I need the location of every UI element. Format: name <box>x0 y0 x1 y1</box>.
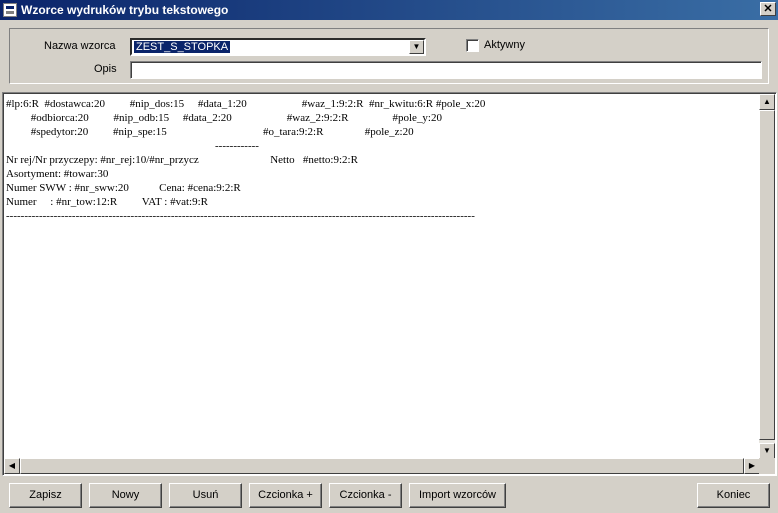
chevron-down-icon[interactable]: ▼ <box>409 40 424 54</box>
template-name-label: Nazwa wzorca <box>44 40 116 52</box>
template-text[interactable]: #lp:6:R #dostawca:20 #nip_dos:15 #data_1… <box>6 97 485 223</box>
close-button[interactable]: Koniec <box>697 483 770 508</box>
scroll-right-icon[interactable]: ▶ <box>744 458 760 474</box>
template-form: Nazwa wzorca ZEST_S_STOPKA ▼ Aktywny Opi… <box>9 28 769 84</box>
new-button[interactable]: Nowy <box>89 483 162 508</box>
title-bar: Wzorce wydruków trybu tekstowego ✕ <box>0 0 778 20</box>
active-label: Aktywny <box>484 39 525 51</box>
template-text-editor[interactable]: #lp:6:R #dostawca:20 #nip_dos:15 #data_1… <box>2 92 777 476</box>
font-increase-button[interactable]: Czcionka + <box>249 483 322 508</box>
horizontal-scroll-thumb[interactable] <box>20 458 744 474</box>
delete-button[interactable]: Usuń <box>169 483 242 508</box>
window-close-button[interactable]: ✕ <box>760 2 776 16</box>
active-checkbox[interactable] <box>466 39 479 52</box>
app-icon <box>3 3 17 17</box>
description-input[interactable] <box>130 61 762 79</box>
font-decrease-button[interactable]: Czcionka - <box>329 483 402 508</box>
horizontal-scrollbar[interactable]: ◀ ▶ <box>4 458 760 474</box>
window-title: Wzorce wydruków trybu tekstowego <box>21 3 229 17</box>
template-name-value: ZEST_S_STOPKA <box>134 41 231 53</box>
template-name-combobox[interactable]: ZEST_S_STOPKA ▼ <box>130 38 426 56</box>
save-button[interactable]: Zapisz <box>9 483 82 508</box>
vertical-scrollbar[interactable]: ▲ ▼ <box>759 94 775 459</box>
scroll-up-icon[interactable]: ▲ <box>759 94 775 110</box>
scrollbar-corner <box>759 458 775 474</box>
vertical-scroll-thumb[interactable] <box>759 110 775 440</box>
description-label: Opis <box>94 63 117 75</box>
scroll-down-icon[interactable]: ▼ <box>759 443 775 459</box>
scroll-left-icon[interactable]: ◀ <box>4 458 20 474</box>
import-templates-button[interactable]: Import wzorców <box>409 483 506 508</box>
